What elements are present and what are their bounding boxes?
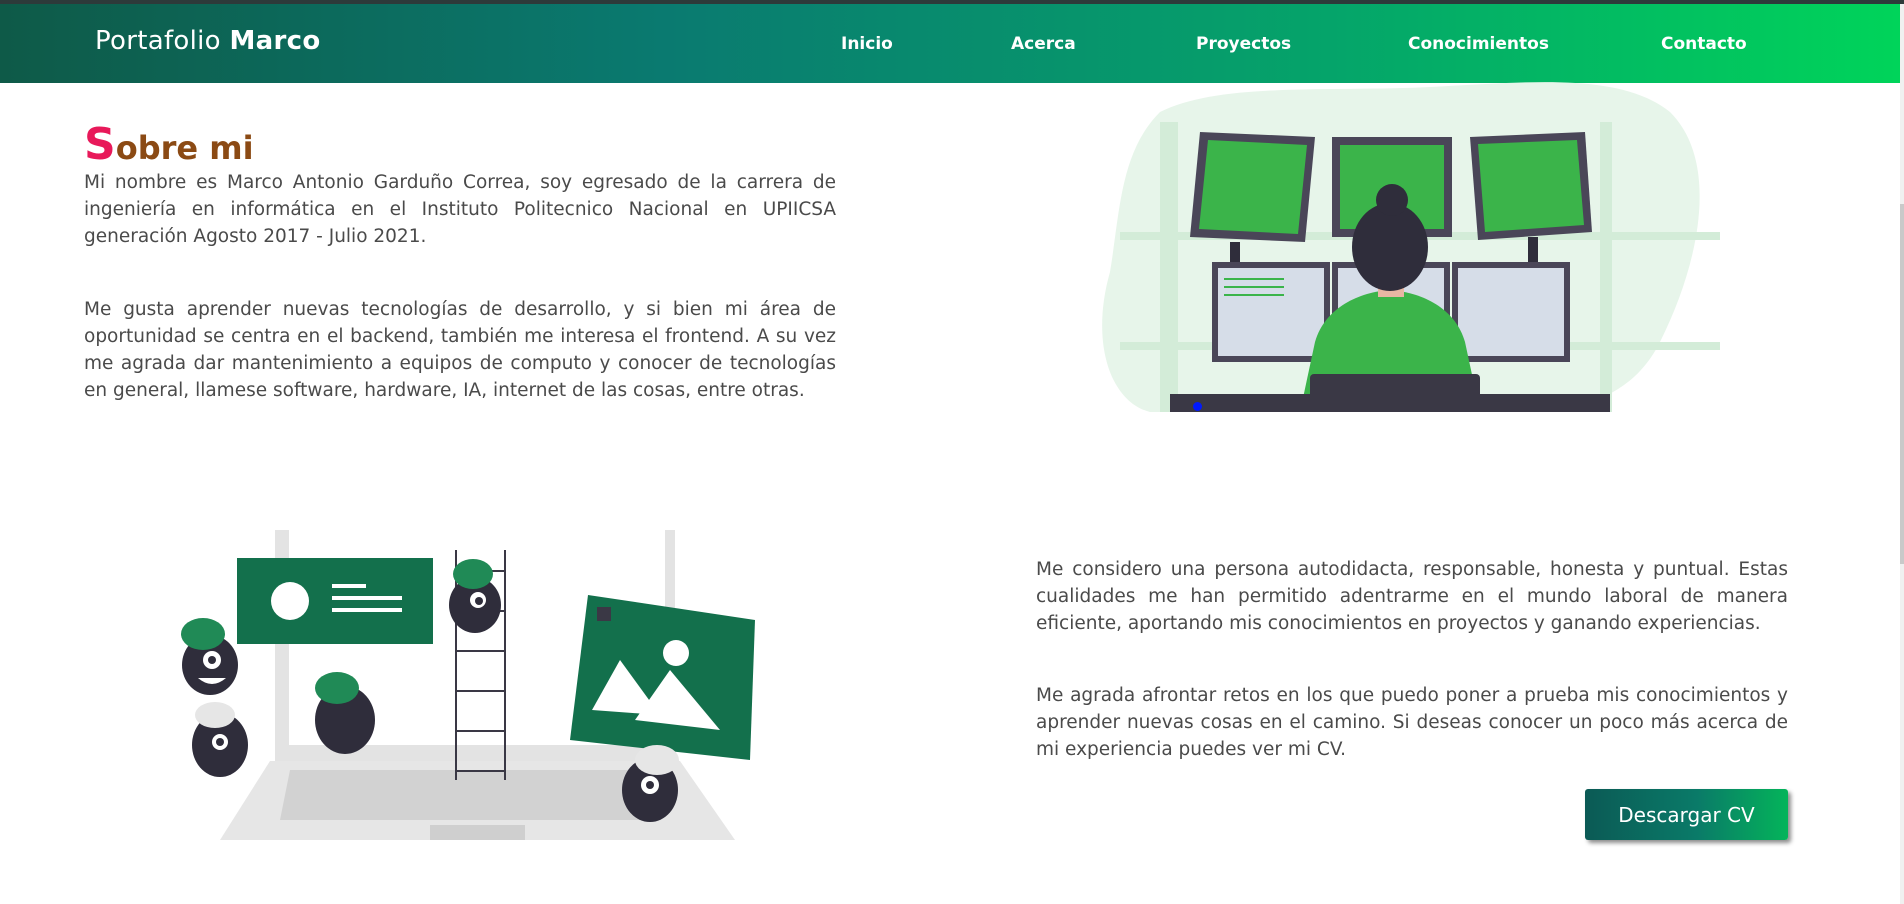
section-title: Sobre mi [84,119,254,170]
nav-link-conocimientos[interactable]: Conocimientos [1408,34,1549,54]
monitor-bottom-left [1212,262,1330,362]
team-building-illustration [181,530,755,840]
developer-monitors-illustration [1102,82,1720,412]
creature-stack-top [181,618,238,695]
about-paragraph-1: Mi nombre es Marco Antonio Garduño Corre… [84,171,836,247]
nav-link-proyectos[interactable]: Proyectos [1196,34,1291,54]
creature-stack-bottom [192,702,248,777]
about-paragraph-4: Me agrada afrontar retos en los que pued… [1036,684,1788,760]
brand-light: Portafolio [95,26,221,56]
download-cv-button[interactable]: Descargar CV [1585,789,1788,840]
page-scrollbar[interactable] [1900,4,1904,904]
nav-link-acerca[interactable]: Acerca [1011,34,1076,54]
navbar: Portafolio Marco Inicio Acerca Proyectos… [0,4,1900,83]
brand-logo[interactable]: Portafolio Marco [95,26,320,56]
about-paragraph-2: Me gusta aprender nuevas tecnologías de … [84,298,836,401]
image-panel-graphic [570,595,755,760]
brand-bold: Marco [229,26,321,56]
creature-center [315,672,375,754]
profile-card-graphic [237,558,433,644]
scrollbar-thumb[interactable] [1900,204,1904,564]
title-initial: S [84,118,116,170]
carousel-indicator-dot[interactable] [1193,402,1202,411]
about-paragraph-3: Me considero una persona autodidacta, re… [1036,558,1788,634]
nav-link-contacto[interactable]: Contacto [1661,34,1747,54]
nav-link-inicio[interactable]: Inicio [841,34,893,54]
title-rest: obre mi [115,128,254,167]
